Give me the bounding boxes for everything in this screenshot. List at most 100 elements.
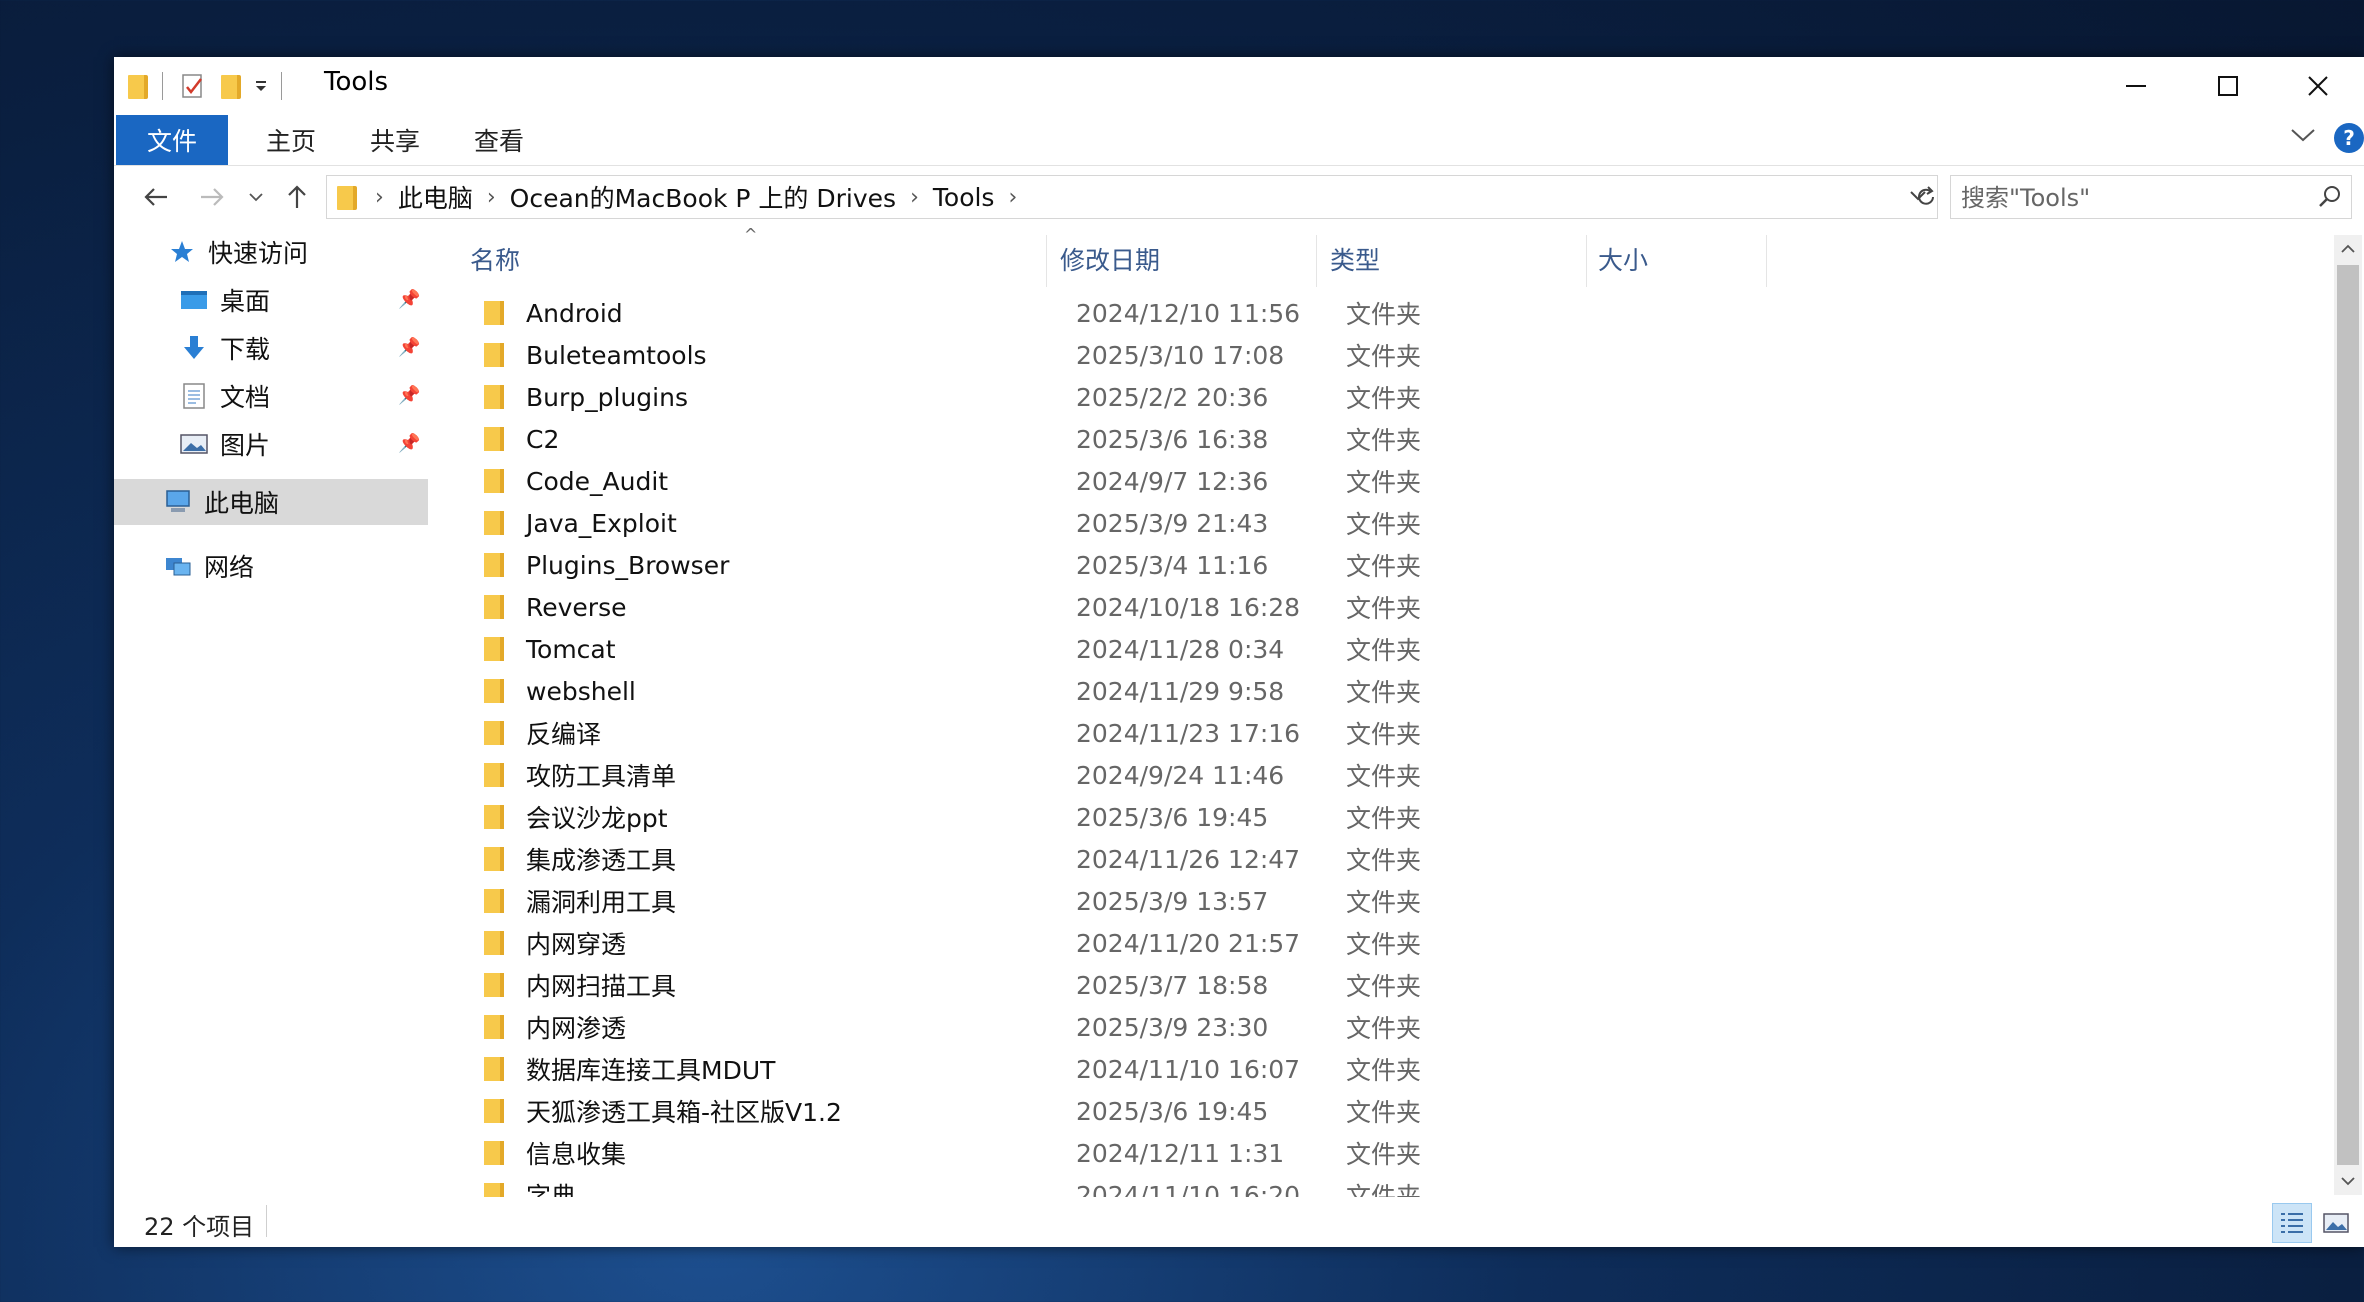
scroll-up-button[interactable] [2334, 235, 2362, 263]
file-modified-date: 2024/12/11 1:31 [1076, 1138, 1285, 1168]
search-icon[interactable] [2317, 184, 2343, 210]
vertical-scrollbar[interactable] [2334, 235, 2362, 1195]
nav-desktop[interactable]: 桌面 [180, 277, 270, 323]
column-divider[interactable] [1316, 235, 1317, 287]
column-header-date[interactable]: 修改日期 [1060, 229, 1160, 289]
maximize-button[interactable] [2182, 57, 2274, 115]
column-divider[interactable] [1586, 235, 1587, 287]
nav-pictures[interactable]: 图片 [180, 421, 270, 467]
file-name: 漏洞利用工具 [526, 888, 677, 917]
chevron-right-icon[interactable]: › [1008, 185, 1017, 210]
explorer-window: Tools 文件 主页 共享 查看 ? › 此电脑 › Ocean的MacBoo… [114, 57, 2364, 1247]
column-header-type[interactable]: 类型 [1330, 229, 1380, 289]
file-modified-date: 2025/3/6 19:45 [1076, 802, 1269, 832]
scroll-down-button[interactable] [2334, 1167, 2362, 1195]
column-header-size[interactable]: 大小 [1598, 229, 1648, 289]
tab-share[interactable]: 共享 [350, 115, 440, 165]
customize-dropdown-icon[interactable] [253, 78, 269, 94]
pin-icon[interactable]: 📌 [398, 337, 420, 358]
refresh-button[interactable] [1910, 175, 1942, 219]
ribbon-tabs: 文件 主页 共享 查看 [114, 115, 2364, 166]
new-folder-icon[interactable] [221, 75, 241, 99]
back-button[interactable] [136, 175, 176, 219]
file-row[interactable]: 字典 2024/11/10 16:20 文件夹 [454, 1174, 2364, 1197]
desktop-icon [180, 286, 208, 314]
file-name: 内网穿透 [526, 930, 627, 959]
chevron-right-icon[interactable]: › [375, 185, 384, 210]
folder-icon [484, 385, 504, 409]
search-box[interactable] [1950, 175, 2352, 220]
chevron-right-icon[interactable]: › [487, 185, 496, 210]
file-row[interactable]: 攻防工具清单 2024/9/24 11:46 文件夹 [454, 754, 2364, 796]
recent-locations-button[interactable] [244, 175, 268, 219]
forward-button[interactable] [192, 175, 232, 219]
nav-network[interactable]: 网络 [164, 543, 254, 589]
close-button[interactable] [2272, 57, 2364, 115]
file-type: 文件夹 [1346, 762, 1422, 791]
address-bar[interactable]: › 此电脑 › Ocean的MacBook P 上的 Drives › Tool… [326, 175, 1938, 219]
file-row[interactable]: Android 2024/12/10 11:56 文件夹 [454, 292, 2364, 334]
file-row[interactable]: 天狐渗透工具箱-社区版V1.2 2025/3/6 19:45 文件夹 [454, 1090, 2364, 1132]
minimize-button[interactable] [2090, 57, 2182, 115]
file-row[interactable]: 内网渗透 2025/3/9 23:30 文件夹 [454, 1006, 2364, 1048]
navigation-pane: 快速访问 桌面 📌 下载 📌 文档 📌 图片 📌 此电脑 网络 [114, 229, 428, 1199]
up-button[interactable] [280, 175, 314, 219]
tab-home[interactable]: 主页 [246, 115, 336, 165]
breadcrumb-drives[interactable]: Ocean的MacBook P 上的 Drives [510, 179, 896, 215]
file-row[interactable]: C2 2025/3/6 16:38 文件夹 [454, 418, 2364, 460]
file-row[interactable]: Buleteamtools 2025/3/10 17:08 文件夹 [454, 334, 2364, 376]
search-input[interactable] [1951, 176, 2323, 220]
document-icon [180, 382, 208, 410]
file-row[interactable]: Reverse 2024/10/18 16:28 文件夹 [454, 586, 2364, 628]
folder-icon [484, 679, 504, 703]
nav-this-pc[interactable]: 此电脑 [114, 479, 428, 525]
pin-icon[interactable]: 📌 [398, 289, 420, 310]
file-row[interactable]: 信息收集 2024/12/11 1:31 文件夹 [454, 1132, 2364, 1174]
column-divider[interactable] [1766, 235, 1767, 287]
pin-icon[interactable]: 📌 [398, 433, 420, 454]
file-type: 文件夹 [1346, 1140, 1422, 1169]
chevron-right-icon[interactable]: › [910, 185, 919, 210]
breadcrumb-this-pc[interactable]: 此电脑 [398, 179, 473, 215]
file-row[interactable]: Tomcat 2024/11/28 0:34 文件夹 [454, 628, 2364, 670]
column-divider[interactable] [1046, 235, 1047, 287]
column-header-name[interactable]: 名称 [470, 229, 520, 289]
breadcrumb: › 此电脑 › Ocean的MacBook P 上的 Drives › Tool… [337, 176, 1031, 218]
file-row[interactable]: 反编译 2024/11/23 17:16 文件夹 [454, 712, 2364, 754]
help-button[interactable]: ? [2334, 123, 2364, 153]
folder-icon [484, 1099, 504, 1123]
computer-icon [164, 488, 192, 516]
large-icons-view-button[interactable] [2316, 1203, 2356, 1243]
file-type: 文件夹 [1346, 804, 1422, 833]
scrollbar-thumb[interactable] [2337, 265, 2359, 1165]
file-row[interactable]: 内网扫描工具 2025/3/7 18:58 文件夹 [454, 964, 2364, 1006]
file-name: 内网渗透 [526, 1014, 627, 1043]
file-row[interactable]: 集成渗透工具 2024/11/26 12:47 文件夹 [454, 838, 2364, 880]
folder-icon [484, 931, 504, 955]
file-row[interactable]: webshell 2024/11/29 9:58 文件夹 [454, 670, 2364, 712]
file-row[interactable]: Burp_plugins 2025/2/2 20:36 文件夹 [454, 376, 2364, 418]
pin-icon[interactable]: 📌 [398, 385, 420, 406]
expand-ribbon-button[interactable] [2290, 121, 2316, 149]
tab-file[interactable]: 文件 [116, 115, 228, 165]
breadcrumb-tools[interactable]: Tools [933, 183, 995, 212]
file-type: 文件夹 [1346, 594, 1422, 623]
file-row[interactable]: 漏洞利用工具 2025/3/9 13:57 文件夹 [454, 880, 2364, 922]
file-row[interactable]: Java_Exploit 2025/3/9 21:43 文件夹 [454, 502, 2364, 544]
file-name: 反编译 [526, 720, 602, 749]
properties-icon[interactable] [181, 73, 205, 99]
file-row[interactable]: 数据库连接工具MDUT 2024/11/10 16:07 文件夹 [454, 1048, 2364, 1090]
file-name: webshell [526, 676, 636, 706]
details-view-button[interactable] [2272, 1203, 2312, 1243]
file-name: Android [526, 298, 623, 328]
folder-icon [484, 889, 504, 913]
file-row[interactable]: 会议沙龙ppt 2025/3/6 19:45 文件夹 [454, 796, 2364, 838]
file-row[interactable]: Code_Audit 2024/9/7 12:36 文件夹 [454, 460, 2364, 502]
file-row[interactable]: Plugins_Browser 2025/3/4 11:16 文件夹 [454, 544, 2364, 586]
file-type: 文件夹 [1346, 1014, 1422, 1043]
nav-quick-access[interactable]: 快速访问 [168, 229, 308, 275]
tab-view[interactable]: 查看 [454, 115, 544, 165]
file-row[interactable]: 内网穿透 2024/11/20 21:57 文件夹 [454, 922, 2364, 964]
nav-downloads[interactable]: 下载 [180, 325, 270, 371]
nav-documents[interactable]: 文档 [180, 373, 270, 419]
